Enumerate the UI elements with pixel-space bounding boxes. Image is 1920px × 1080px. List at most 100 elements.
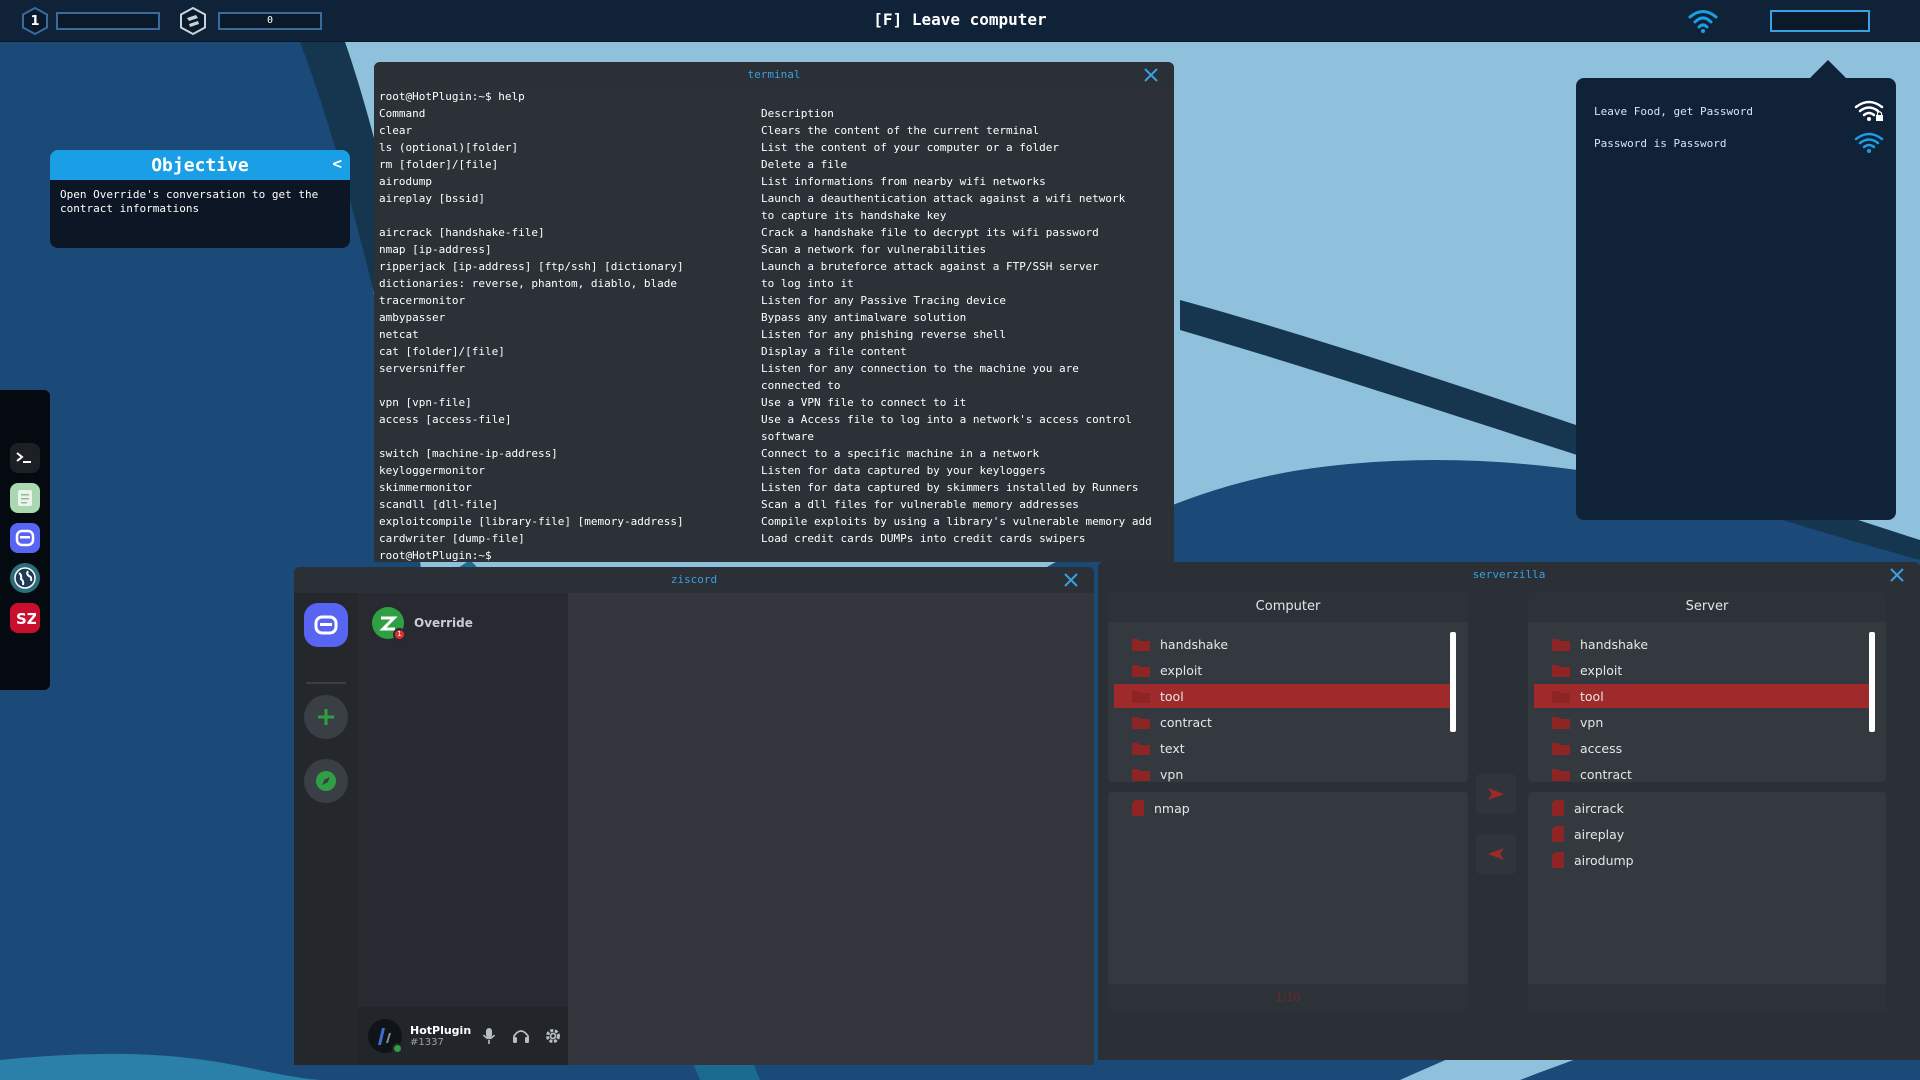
folder-item[interactable]: vpn <box>1114 762 1452 782</box>
serverzilla-window[interactable]: serverzilla Computer handshake exploit too… <box>1098 562 1920 1060</box>
server-file-pane: aircrack aireplay airodump - <box>1528 792 1886 1012</box>
item-label: handshake <box>1160 636 1229 652</box>
file-item[interactable]: aireplay <box>1534 822 1872 846</box>
dm-name: Override <box>414 616 473 630</box>
item-label: exploit <box>1160 662 1203 678</box>
terminal-help-row: exploitcompile [library-file] [memory-ad… <box>379 513 1169 530</box>
terminal-window[interactable]: terminal root@HotPlugin:~$ help Command … <box>374 62 1174 562</box>
terminal-help-row: scandll [dll-file] Scan a dll files for v… <box>379 496 1169 513</box>
close-icon[interactable] <box>1062 571 1080 589</box>
computer-page-indicator: 1/10 <box>1108 984 1468 1012</box>
command-text: vpn [vpn-file] <box>379 396 472 409</box>
command-text: scandll [dll-file] <box>379 498 499 511</box>
explore-servers-button[interactable] <box>304 759 348 803</box>
terminal-help-row: dictionaries: reverse, phantom, diablo, … <box>379 275 1169 292</box>
terminal-help-row: tracermonitor Listen for any Passive Trac… <box>379 292 1169 309</box>
terminal-help-row: cardwriter [dump-file] Load credit cards … <box>379 530 1169 547</box>
terminal-help-row: ambypasser Bypass any antimalware solutio… <box>379 309 1169 326</box>
file-item[interactable]: aircrack <box>1534 796 1872 820</box>
wifi-panel-pointer <box>1810 60 1846 78</box>
command-description: Bypass any antimalware solution <box>761 311 967 324</box>
command-text: keyloggermonitor <box>379 464 485 477</box>
user-info: HotPlugin #1337 <box>410 1024 472 1048</box>
folder-item[interactable]: exploit <box>1534 658 1872 682</box>
scrollbar[interactable] <box>1869 632 1875 732</box>
command-description: software <box>761 430 814 443</box>
command-description: List informations from nearby wifi netwo… <box>761 175 1046 188</box>
wifi-network-name: Leave Food, get Password <box>1594 104 1753 118</box>
command-text: rm [folder]/[file] <box>379 158 499 171</box>
online-status-icon <box>392 1043 403 1054</box>
item-label: contract <box>1160 714 1212 730</box>
scrollbar[interactable] <box>1450 632 1456 732</box>
terminal-icon[interactable] <box>10 443 40 473</box>
serverzilla-titlebar[interactable]: serverzilla <box>1098 562 1920 588</box>
computer-pane-header: Computer <box>1108 592 1468 622</box>
wifi-network-item[interactable]: Leave Food, get Password <box>1594 98 1884 124</box>
close-icon[interactable] <box>1142 66 1160 84</box>
username: HotPlugin <box>410 1024 472 1037</box>
folder-icon <box>1132 716 1150 729</box>
terminal-help-row: connected to <box>379 377 1169 394</box>
collapse-objective-button[interactable]: < <box>332 154 342 173</box>
upload-button[interactable] <box>1476 774 1516 814</box>
objective-text: Open Override's conversation to get the … <box>60 188 319 215</box>
user-settings-button[interactable] <box>540 1023 566 1049</box>
status-input-box[interactable] <box>1770 10 1870 32</box>
folder-item[interactable]: contract <box>1534 762 1872 782</box>
folder-item[interactable]: access <box>1534 736 1872 760</box>
conversation-area <box>568 593 1094 1065</box>
top-bar: 1 0 [F] Leave computer <box>0 0 1920 42</box>
avatar[interactable] <box>368 1019 403 1054</box>
terminal-help-row: keyloggermonitor Listen for data captured… <box>379 462 1169 479</box>
deafen-button[interactable] <box>508 1023 534 1049</box>
home-button[interactable] <box>304 603 348 647</box>
command-description: Listen for data captured by your keylogg… <box>761 464 1046 477</box>
close-icon[interactable] <box>1888 566 1906 584</box>
level-badge: 1 <box>20 6 50 36</box>
server-rail <box>294 593 358 1065</box>
download-button[interactable] <box>1476 834 1516 874</box>
folder-item[interactable]: vpn <box>1534 710 1872 734</box>
folder-icon <box>1132 638 1150 651</box>
folder-item[interactable]: tool <box>1114 684 1452 708</box>
folder-item[interactable]: exploit <box>1114 658 1452 682</box>
file-item[interactable]: nmap <box>1114 796 1452 820</box>
folder-item[interactable]: handshake <box>1114 632 1452 656</box>
item-label: text <box>1160 740 1185 756</box>
serverzilla-icon[interactable]: SZ <box>10 603 40 633</box>
ziscord-titlebar[interactable]: ziscord <box>294 567 1094 593</box>
folder-item[interactable]: tool <box>1534 684 1872 708</box>
command-text: nmap [ip-address] <box>379 243 492 256</box>
objective-title: Objective <box>151 154 249 176</box>
browser-icon[interactable] <box>10 563 40 593</box>
command-description: List the content of your computer or a f… <box>761 141 1060 154</box>
command-text: cardwriter [dump-file] <box>379 532 525 545</box>
command-description: Listen for data captured by skimmers ins… <box>761 481 1139 494</box>
folder-icon <box>1552 716 1570 729</box>
wifi-icon[interactable] <box>1688 8 1718 34</box>
mute-button[interactable] <box>476 1023 502 1049</box>
command-text: dictionaries: reverse, phantom, diablo, … <box>379 277 678 290</box>
command-description: Compile exploits by using a library's vu… <box>761 515 1152 528</box>
file-item[interactable]: airodump <box>1534 848 1872 872</box>
dm-override[interactable]: 1 Override <box>368 603 558 643</box>
headphones-icon <box>513 1030 529 1043</box>
folder-item[interactable]: text <box>1114 736 1452 760</box>
description-column-header: Description <box>761 107 834 120</box>
terminal-prompt-line: root@HotPlugin:~$ <box>379 549 492 562</box>
folder-item[interactable]: handshake <box>1534 632 1872 656</box>
folder-item[interactable]: contract <box>1114 710 1452 734</box>
ziscord-window[interactable]: ziscord 1 Override HotPlugin #1337 <box>294 567 1094 1065</box>
unread-badge: 1 <box>393 628 406 641</box>
command-description: Connect to a specific machine in a netwo… <box>761 447 1040 460</box>
notes-icon[interactable] <box>10 483 40 513</box>
add-server-button[interactable] <box>304 695 348 739</box>
leave-computer-hint: [F] Leave computer <box>873 10 1047 29</box>
terminal-output[interactable]: root@HotPlugin:~$ help Command Descripti… <box>374 88 1174 562</box>
command-text <box>379 207 761 224</box>
folder-icon <box>1552 742 1570 755</box>
wifi-network-item[interactable]: Password is Password <box>1594 130 1884 156</box>
terminal-titlebar[interactable]: terminal <box>374 62 1174 88</box>
ziscord-icon[interactable] <box>10 523 40 553</box>
